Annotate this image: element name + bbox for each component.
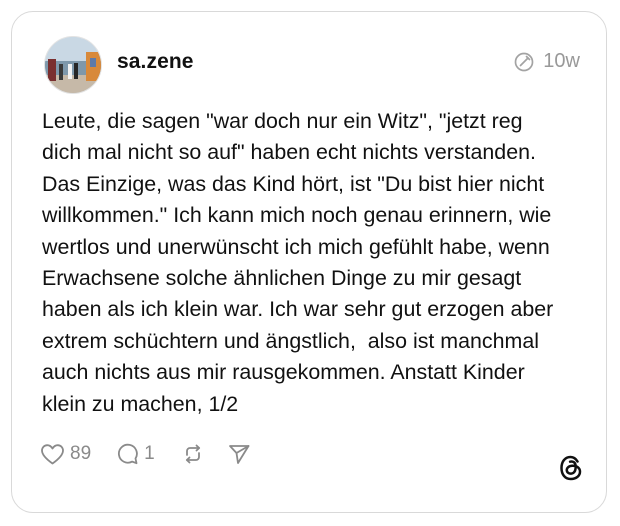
threads-logo-icon[interactable] xyxy=(558,454,584,482)
comment-icon xyxy=(115,442,139,466)
like-button[interactable]: 89 xyxy=(40,443,91,466)
username[interactable]: sa.zene xyxy=(117,50,194,74)
like-count: 89 xyxy=(70,443,92,464)
edited-icon xyxy=(513,51,535,73)
avatar[interactable] xyxy=(44,36,102,94)
share-button[interactable] xyxy=(227,442,251,466)
heart-icon xyxy=(40,443,65,466)
post-timestamp: 10w xyxy=(543,50,580,72)
post-card: sa.zene 10w Leute, die sagen "war doch n… xyxy=(11,11,607,513)
avatar-photo xyxy=(45,37,101,93)
post-body: Leute, die sagen "war doch nur ein Witz"… xyxy=(42,109,554,416)
reply-count: 1 xyxy=(144,443,155,464)
post-meta: 10w xyxy=(513,50,580,73)
send-icon xyxy=(227,442,251,466)
reply-button[interactable]: 1 xyxy=(115,442,155,466)
repost-button[interactable] xyxy=(181,442,205,466)
action-bar: 89 1 xyxy=(40,442,251,466)
repost-icon xyxy=(181,442,205,466)
